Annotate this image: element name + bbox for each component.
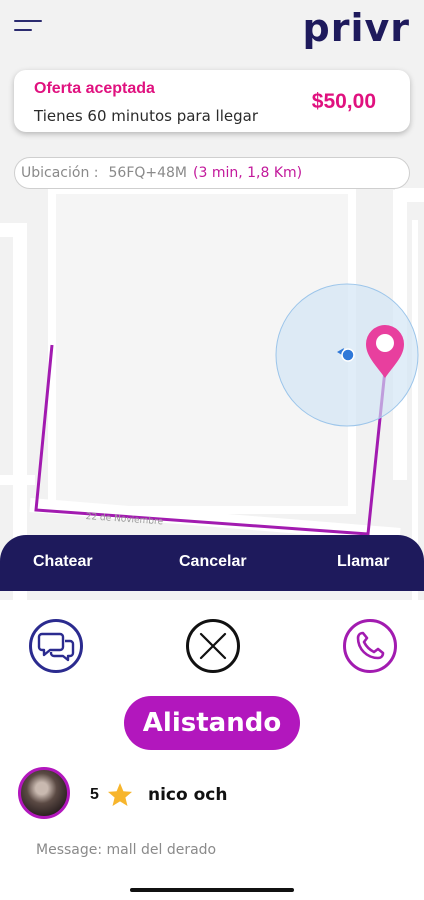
offer-title: Oferta aceptada bbox=[34, 80, 155, 97]
offer-price: $50,00 bbox=[311, 90, 376, 113]
hamburger-menu-icon[interactable] bbox=[14, 18, 44, 38]
chat-bubbles-icon bbox=[37, 632, 75, 662]
location-code: 56FQ+48M bbox=[108, 165, 188, 181]
offer-card: Oferta aceptada Tienes 60 minutos para l… bbox=[14, 70, 410, 132]
phone-icon bbox=[356, 631, 385, 660]
location-eta: (3 min, 1,8 Km) bbox=[193, 165, 303, 181]
location-bar: Ubicación : 56FQ+48M (3 min, 1,8 Km) bbox=[14, 157, 410, 189]
close-icon bbox=[199, 632, 227, 660]
app-logo: privr bbox=[302, 6, 410, 50]
user-name: nico och bbox=[148, 785, 228, 805]
home-indicator[interactable] bbox=[130, 888, 294, 892]
location-label: Ubicación : bbox=[21, 165, 99, 181]
star-icon bbox=[108, 783, 132, 806]
cancel-button[interactable]: Cancelar bbox=[179, 553, 247, 571]
user-rating: 5 bbox=[90, 786, 99, 803]
status-button[interactable]: Alistando bbox=[124, 696, 300, 750]
chat-icon-button[interactable] bbox=[29, 619, 83, 673]
call-icon-button[interactable] bbox=[343, 619, 397, 673]
user-message: Message: mall del derado bbox=[36, 842, 217, 858]
chat-button[interactable]: Chatear bbox=[33, 553, 93, 571]
avatar bbox=[18, 767, 70, 819]
offer-subtitle: Tienes 60 minutos para llegar bbox=[34, 107, 258, 125]
cancel-icon-button[interactable] bbox=[186, 619, 240, 673]
call-button[interactable]: Llamar bbox=[337, 553, 389, 571]
action-bar: Chatear Cancelar Llamar bbox=[0, 535, 424, 591]
